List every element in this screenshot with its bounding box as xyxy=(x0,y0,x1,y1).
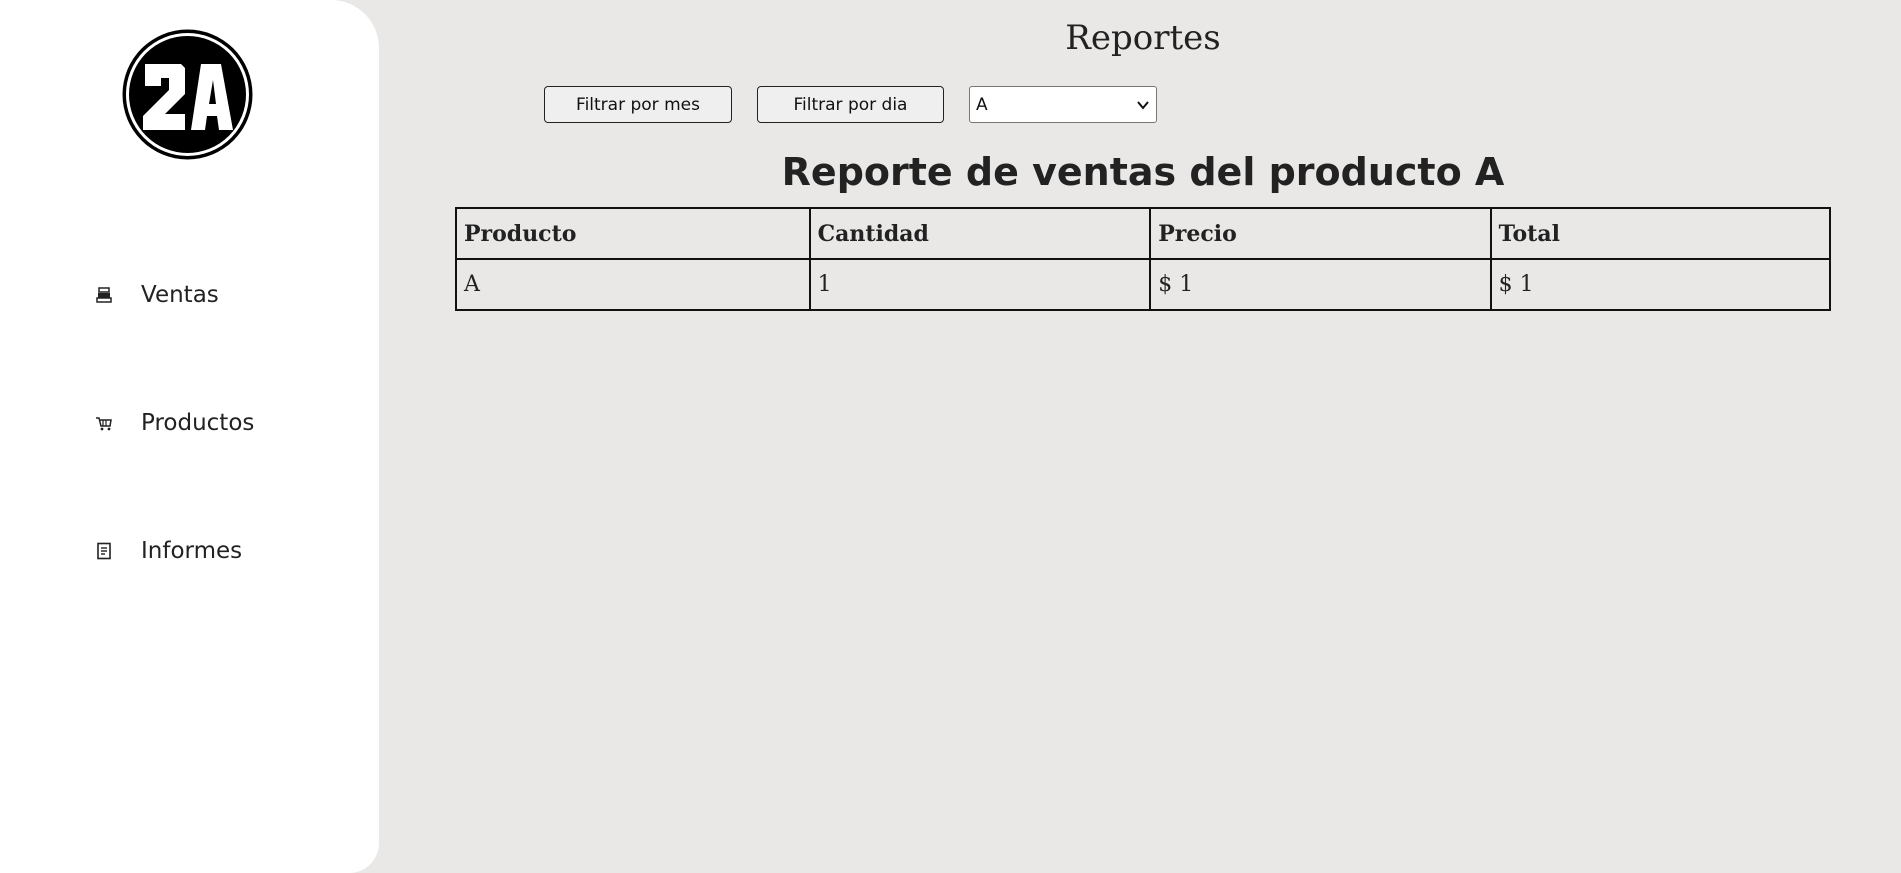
product-select[interactable]: A xyxy=(969,86,1157,123)
column-header-precio: Precio xyxy=(1149,207,1492,260)
sidebar: Ventas Productos Informes xyxy=(0,0,379,873)
cell-producto: A xyxy=(455,258,811,311)
table-header-row: Producto Cantidad Precio Total xyxy=(455,207,1832,260)
report-icon xyxy=(94,541,114,561)
filter-bar: Filtrar por mes Filtrar por dia A xyxy=(544,86,1157,123)
cart-icon xyxy=(94,413,114,433)
brand-logo xyxy=(121,28,254,161)
sidebar-item-productos[interactable]: Productos xyxy=(94,410,254,436)
report-heading: Reporte de ventas del producto A xyxy=(781,150,1505,194)
sidebar-item-label: Productos xyxy=(141,410,255,436)
column-header-producto: Producto xyxy=(455,207,811,260)
sidebar-item-ventas[interactable]: Ventas xyxy=(94,282,219,308)
page-title: Reportes xyxy=(1065,18,1221,58)
filter-by-day-button[interactable]: Filtrar por dia xyxy=(757,86,944,123)
table-row: A 1 $ 1 $ 1 xyxy=(455,258,1832,311)
cell-precio: $ 1 xyxy=(1149,258,1492,311)
product-select-value: A xyxy=(976,95,988,115)
chevron-down-icon xyxy=(1136,97,1150,111)
report-table: Producto Cantidad Precio Total A 1 $ 1 $… xyxy=(455,207,1832,311)
cash-register-icon xyxy=(94,285,114,305)
sidebar-item-informes[interactable]: Informes xyxy=(94,538,242,564)
filter-by-month-button[interactable]: Filtrar por mes xyxy=(544,86,732,123)
column-header-total: Total xyxy=(1489,207,1832,260)
cell-cantidad: 1 xyxy=(808,258,1152,311)
column-header-cantidad: Cantidad xyxy=(808,207,1152,260)
cell-total: $ 1 xyxy=(1489,258,1832,311)
main-content: Reportes Filtrar por mes Filtrar por dia… xyxy=(379,0,1901,873)
sidebar-item-label: Informes xyxy=(141,538,243,564)
sidebar-item-label: Ventas xyxy=(141,282,219,308)
